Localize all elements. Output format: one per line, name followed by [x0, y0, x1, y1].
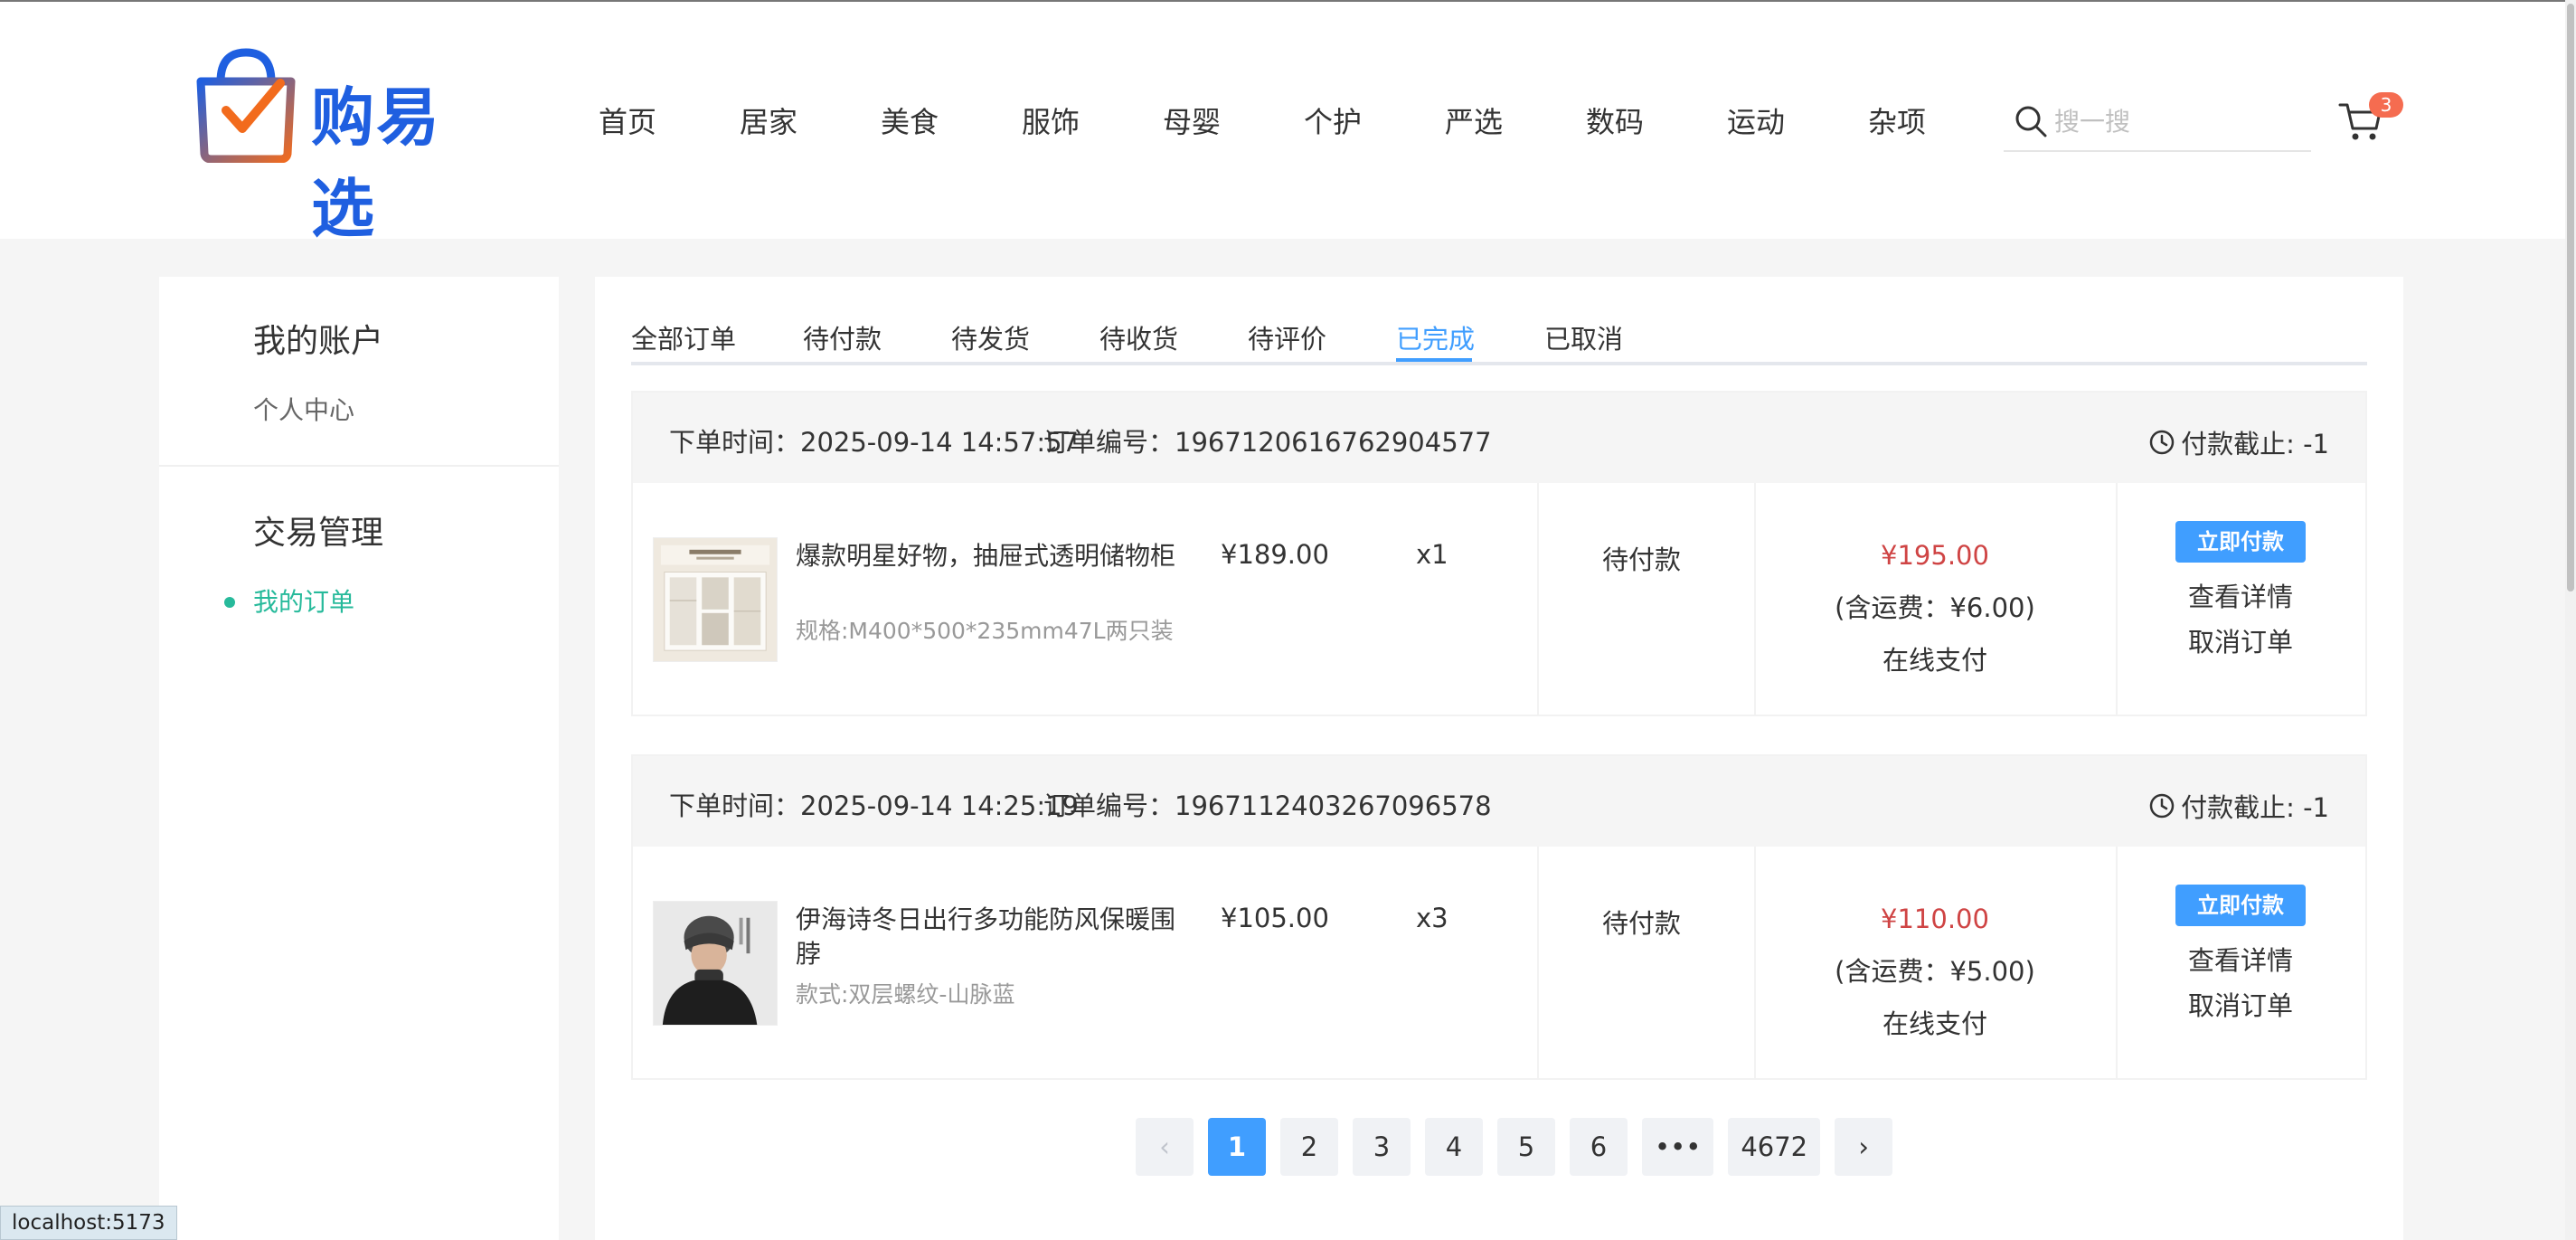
- payment-summary: ¥110.00 (含运费：¥5.00) 在线支付: [1754, 901, 2116, 1042]
- logo[interactable]: 购易选: [193, 47, 501, 246]
- cancel-order-link[interactable]: 取消订单: [2116, 624, 2365, 660]
- site-header: 购易选 首页 居家 美食 服饰 母婴 个护 严选 数码 运动 杂项 3: [0, 0, 2576, 246]
- payment-deadline: 付款截止: -1: [2148, 787, 2329, 825]
- order-tabs: 全部订单 待付款 待发货 待收货 待评价 已完成 已取消: [631, 311, 2367, 365]
- payment-deadline-text: 付款截止: -1: [2181, 429, 2329, 459]
- product-quantity: x1: [1416, 539, 1448, 570]
- tab-pending-shipment[interactable]: 待发货: [951, 318, 1030, 356]
- payment-method: 在线支付: [1882, 645, 1987, 676]
- nav-item-food[interactable]: 美食: [881, 99, 1022, 141]
- view-details-link[interactable]: 查看详情: [2116, 942, 2365, 979]
- sidebar-group-trade-title: 交易管理: [253, 515, 384, 552]
- order-number: 订单编号：1967112403267096578: [1043, 790, 1492, 821]
- product-image-neck-warmer[interactable]: [653, 901, 778, 1026]
- account-sidebar: 我的账户 个人中心 交易管理 我的订单: [159, 277, 559, 1240]
- nav-item-selected[interactable]: 严选: [1445, 99, 1586, 141]
- order-body: 伊海诗冬日出行多功能防风保暖围脖 款式:双层螺纹-山脉蓝 ¥105.00 x3 …: [633, 847, 2365, 1078]
- tab-pending-payment[interactable]: 待付款: [803, 318, 882, 356]
- order-status: 待付款: [1602, 908, 1682, 939]
- tab-all-orders[interactable]: 全部订单: [631, 318, 736, 356]
- product-image-storage-cabinet[interactable]: [653, 537, 778, 662]
- nav-item-misc[interactable]: 杂项: [1868, 99, 2009, 141]
- last-page-button[interactable]: 4672: [1728, 1118, 1821, 1176]
- payment-deadline: 付款截止: -1: [2148, 423, 2329, 461]
- status-bar-url: localhost:5173: [0, 1206, 177, 1240]
- cart-count-badge: 3: [2369, 92, 2403, 118]
- product-quantity: x3: [1416, 903, 1448, 933]
- search-input[interactable]: [2054, 103, 2298, 139]
- payment-method: 在线支付: [1882, 1008, 1987, 1039]
- order-card: 下单时间：2025-09-14 14:57:57 订单编号：1967120616…: [631, 391, 2367, 716]
- payment-deadline-text: 付款截止: -1: [2181, 792, 2329, 823]
- order-card: 下单时间：2025-09-14 14:25:19 订单编号：1967112403…: [631, 754, 2367, 1080]
- page-2-button[interactable]: 2: [1280, 1118, 1338, 1176]
- order-total: ¥110.00: [1881, 904, 1989, 934]
- shopping-bag-logo-icon: [196, 48, 296, 163]
- order-actions: 立即付款 查看详情 取消订单: [2116, 885, 2365, 1024]
- page-3-button[interactable]: 3: [1353, 1118, 1411, 1176]
- order-time: 下单时间：2025-09-14 14:57:57: [669, 427, 1079, 458]
- order-header: 下单时间：2025-09-14 14:25:19 订单编号：1967112403…: [633, 756, 2365, 847]
- clock-icon: [2149, 793, 2175, 819]
- tab-cancelled[interactable]: 已取消: [1544, 318, 1623, 356]
- product-name[interactable]: 伊海诗冬日出行多功能防风保暖围脖: [796, 903, 1175, 971]
- shipping-fee: (含运费：¥6.00): [1835, 592, 2035, 623]
- nav-item-home[interactable]: 首页: [599, 99, 740, 141]
- next-page-button[interactable]: ›: [1835, 1118, 1893, 1176]
- more-pages-button[interactable]: •••: [1642, 1118, 1714, 1176]
- nav-item-personal-care[interactable]: 个护: [1304, 99, 1445, 141]
- tab-pending-review[interactable]: 待评价: [1248, 318, 1326, 356]
- logo-text: 购易选: [311, 80, 441, 246]
- nav-item-apparel[interactable]: 服饰: [1022, 99, 1163, 141]
- pay-now-button[interactable]: 立即付款: [2175, 885, 2306, 926]
- cancel-order-link[interactable]: 取消订单: [2116, 988, 2365, 1024]
- nav-item-digital[interactable]: 数码: [1586, 99, 1727, 141]
- nav-item-sports[interactable]: 运动: [1727, 99, 1868, 141]
- sidebar-divider: [159, 465, 559, 467]
- payment-summary: ¥195.00 (含运费：¥6.00) 在线支付: [1754, 537, 2116, 678]
- page-scrollbar[interactable]: [2565, 0, 2576, 1240]
- product-spec: 规格:M400*500*235mm47L两只装: [796, 618, 1174, 644]
- column-divider: [1537, 483, 1539, 715]
- view-details-link[interactable]: 查看详情: [2116, 579, 2365, 615]
- scrollbar-thumb[interactable]: [2567, 4, 2574, 592]
- order-body: 爆款明星好物，抽屉式透明储物柜 规格:M400*500*235mm47L两只装 …: [633, 483, 2365, 715]
- pay-now-button[interactable]: 立即付款: [2175, 521, 2306, 563]
- column-divider: [1537, 847, 1539, 1078]
- active-dot-icon: [224, 597, 235, 608]
- pagination: ‹ 1 2 3 4 5 6 ••• 4672 ›: [1136, 1118, 1907, 1176]
- tab-completed[interactable]: 已完成: [1396, 318, 1475, 356]
- search-box: [2004, 98, 2311, 152]
- order-time: 下单时间：2025-09-14 14:25:19: [669, 790, 1079, 821]
- page-4-button[interactable]: 4: [1425, 1118, 1483, 1176]
- main-nav: 首页 居家 美食 服饰 母婴 个护 严选 数码 运动 杂项: [599, 99, 2009, 141]
- sidebar-item-my-orders[interactable]: 我的订单: [253, 582, 354, 619]
- sidebar-item-personal-center[interactable]: 个人中心: [253, 391, 354, 427]
- shipping-fee: (含运费：¥5.00): [1835, 956, 2035, 987]
- nav-item-baby[interactable]: 母婴: [1163, 99, 1304, 141]
- product-spec: 款式:双层螺纹-山脉蓝: [796, 981, 1015, 1008]
- order-total: ¥195.00: [1881, 540, 1989, 571]
- prev-page-button[interactable]: ‹: [1136, 1118, 1194, 1176]
- order-header: 下单时间：2025-09-14 14:57:57 订单编号：1967120616…: [633, 393, 2365, 483]
- page-1-button[interactable]: 1: [1208, 1118, 1266, 1176]
- order-number: 订单编号：1967120616762904577: [1043, 427, 1492, 458]
- page-6-button[interactable]: 6: [1570, 1118, 1628, 1176]
- nav-item-home-living[interactable]: 居家: [740, 99, 881, 141]
- clock-icon: [2149, 430, 2175, 455]
- product-name[interactable]: 爆款明星好物，抽屉式透明储物柜: [796, 539, 1175, 573]
- tab-pending-receipt[interactable]: 待收货: [1099, 318, 1178, 356]
- active-tab-indicator: [1396, 358, 1472, 362]
- order-status: 待付款: [1602, 544, 1682, 575]
- sidebar-group-account-title: 我的账户: [253, 323, 384, 360]
- order-actions: 立即付款 查看详情 取消订单: [2116, 521, 2365, 660]
- orders-panel: 全部订单 待付款 待发货 待收货 待评价 已完成 已取消 下单时间：2025-0…: [595, 277, 2403, 1240]
- product-price: ¥105.00: [1221, 903, 1329, 933]
- search-icon[interactable]: [2013, 103, 2049, 139]
- page-5-button[interactable]: 5: [1497, 1118, 1555, 1176]
- product-price: ¥189.00: [1221, 539, 1329, 570]
